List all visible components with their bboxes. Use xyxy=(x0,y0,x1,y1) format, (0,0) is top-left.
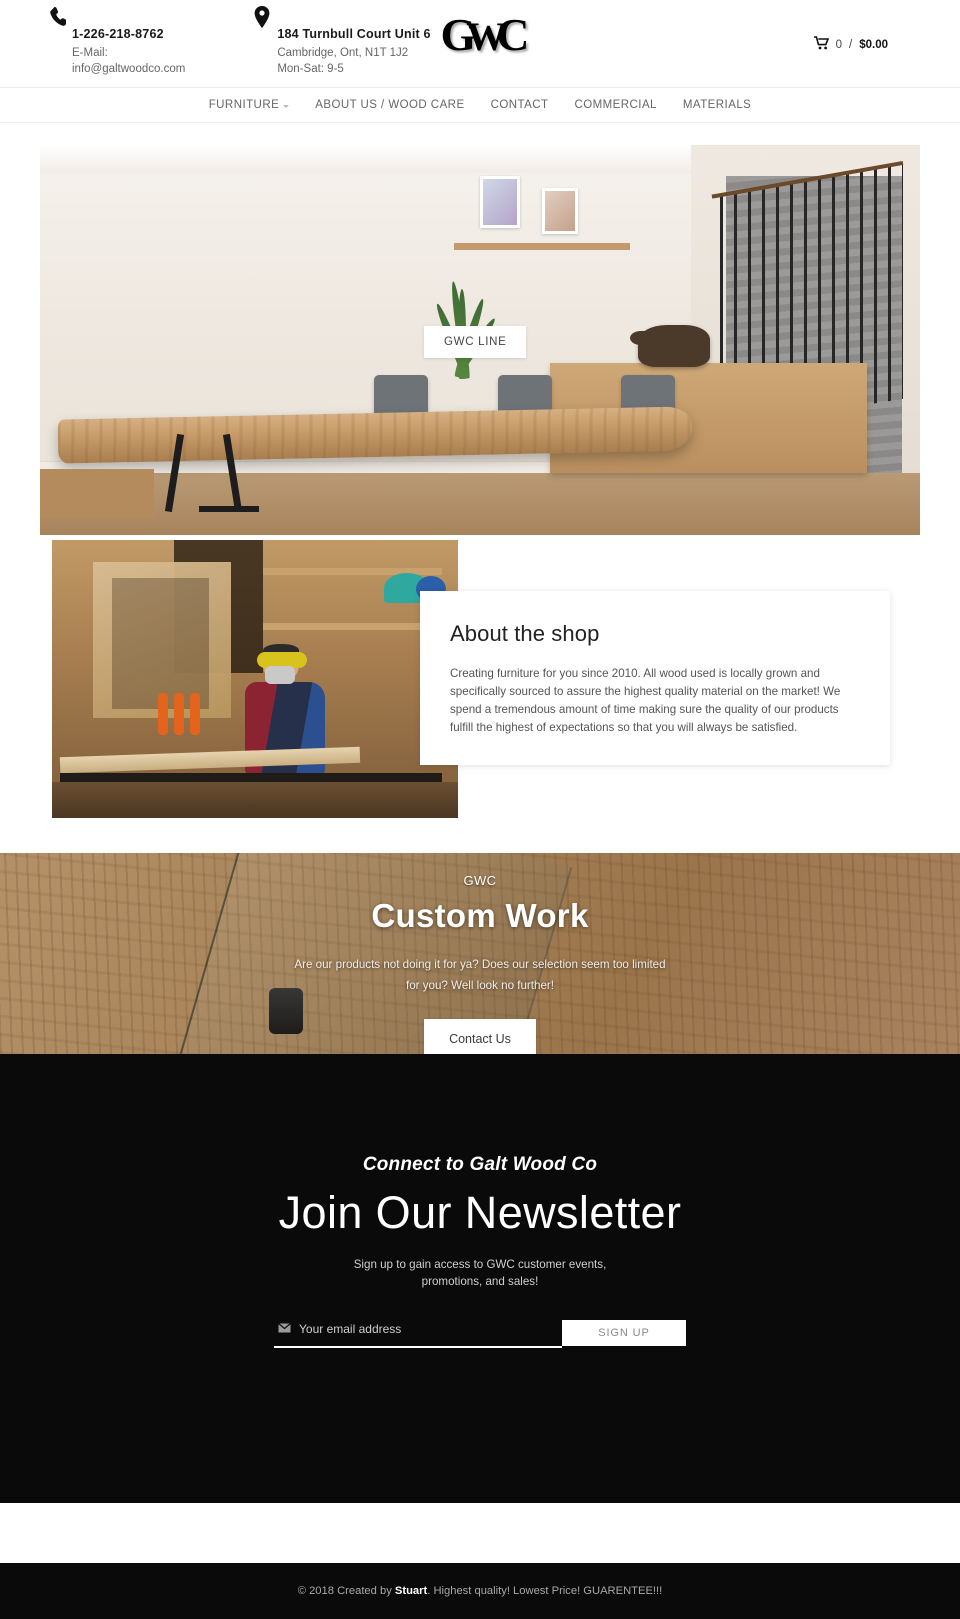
nav-label-furniture: FURNITURE xyxy=(208,99,280,111)
copyright-text: © 2018 Created by Stuart. Highest qualit… xyxy=(298,1585,663,1597)
map-pin-icon xyxy=(251,6,273,36)
newsletter-email-input[interactable] xyxy=(299,1321,558,1336)
envelope-icon xyxy=(278,1320,291,1338)
logo-letter-w: W xyxy=(466,14,506,59)
newsletter-subtitle-line-1: Sign up to gain access to GWC customer e… xyxy=(353,1257,607,1271)
site-footer: © 2018 Created by Stuart. Highest qualit… xyxy=(0,1563,960,1619)
cart-button[interactable]: 0 / $0.00 xyxy=(813,36,888,53)
contact-us-button[interactable]: Contact Us xyxy=(424,1019,536,1054)
cart-count: 0 xyxy=(835,38,843,51)
copyright-prefix: © 2018 Created by xyxy=(297,1585,395,1597)
shopping-cart-icon xyxy=(813,36,829,53)
address-street: 184 Turnbull Court Unit 6 xyxy=(277,27,431,41)
copyright-author[interactable]: Stuart xyxy=(395,1585,427,1597)
nav-item-furniture[interactable]: FURNITURE xyxy=(196,99,303,111)
workshop-image xyxy=(52,540,458,818)
nav-label-commercial: COMMERCIAL xyxy=(574,99,657,111)
newsletter-eyebrow: Connect to Galt Wood Co xyxy=(362,1154,598,1175)
header-phone-text: 1-226-218-8762 E-Mail: info@galtwoodco.c… xyxy=(72,6,185,77)
nav-label-about: ABOUT US / WOOD CARE xyxy=(315,99,465,111)
hero-caption-label[interactable]: GWC LINE xyxy=(424,326,527,358)
about-section: About the shop Creating furniture for yo… xyxy=(0,535,960,853)
site-header: 1-226-218-8762 E-Mail: info@galtwoodco.c… xyxy=(0,0,960,88)
newsletter-form: SIGN UP xyxy=(274,1319,686,1348)
custom-work-subtitle: Are our products not doing it for ya? Do… xyxy=(294,958,666,992)
chevron-down-icon xyxy=(283,104,290,108)
phone-icon xyxy=(46,6,68,36)
nav-item-materials[interactable]: MATERIALS xyxy=(670,99,764,111)
newsletter-subtitle: Sign up to gain access to GWC customer e… xyxy=(0,1256,960,1290)
header-phone-block: 1-226-218-8762 E-Mail: info@galtwoodco.c… xyxy=(46,0,185,77)
newsletter-title: Join Our Newsletter xyxy=(278,1187,682,1238)
custom-work-eyebrow: GWC xyxy=(463,873,497,888)
main-navigation: FURNITURE ABOUT US / WOOD CARE CONTACT C… xyxy=(0,88,960,123)
logo-letter-c: C xyxy=(496,9,529,60)
newsletter-signup-button[interactable]: SIGN UP xyxy=(562,1319,686,1346)
site-logo[interactable]: GWC xyxy=(440,9,529,60)
nav-item-commercial[interactable]: COMMERCIAL xyxy=(561,99,669,111)
hero-banner[interactable]: GWC LINE xyxy=(40,145,920,535)
nav-item-contact[interactable]: CONTACT xyxy=(478,99,562,111)
about-title: About the shop xyxy=(450,621,600,646)
store-hours: Mon-Sat: 9-5 xyxy=(277,63,344,75)
cart-separator: / xyxy=(849,38,853,51)
address-city: Cambridge, Ont, N1T 1J2 xyxy=(277,47,409,59)
about-body-text: Creating furniture for you since 2010. A… xyxy=(450,667,841,734)
email-address[interactable]: info@galtwoodco.com xyxy=(72,61,185,77)
nav-item-about-us-wood-care[interactable]: ABOUT US / WOOD CARE xyxy=(302,99,477,111)
newsletter-subtitle-line-2: promotions, and sales! xyxy=(421,1274,539,1288)
custom-work-content: GWC Custom Work Are our products not doi… xyxy=(0,873,960,1054)
phone-number[interactable]: 1-226-218-8762 xyxy=(72,26,185,42)
newsletter-section: Connect to Galt Wood Co Join Our Newslet… xyxy=(0,1054,960,1503)
newsletter-email-field-wrapper[interactable] xyxy=(274,1320,562,1348)
about-card: About the shop Creating furniture for yo… xyxy=(420,591,890,765)
header-address-text: 184 Turnbull Court Unit 6 Cambridge, Ont… xyxy=(277,6,430,77)
cart-total: $0.00 xyxy=(859,38,888,51)
nav-label-materials: MATERIALS xyxy=(682,99,752,111)
header-address-block: 184 Turnbull Court Unit 6 Cambridge, Ont… xyxy=(251,0,431,77)
copyright-suffix: . Highest quality! Lowest Price! GUARENT… xyxy=(427,1585,663,1597)
footer-spacer xyxy=(0,1503,960,1563)
nav-label-contact: CONTACT xyxy=(490,99,549,111)
custom-work-section: GWC Custom Work Are our products not doi… xyxy=(0,853,960,1054)
nav-list: FURNITURE ABOUT US / WOOD CARE CONTACT C… xyxy=(196,99,765,111)
custom-work-title: Custom Work xyxy=(371,897,589,934)
hero-section: GWC LINE xyxy=(0,123,960,535)
email-label: E-Mail: xyxy=(72,47,108,59)
logo-letter-g: G xyxy=(440,9,476,60)
